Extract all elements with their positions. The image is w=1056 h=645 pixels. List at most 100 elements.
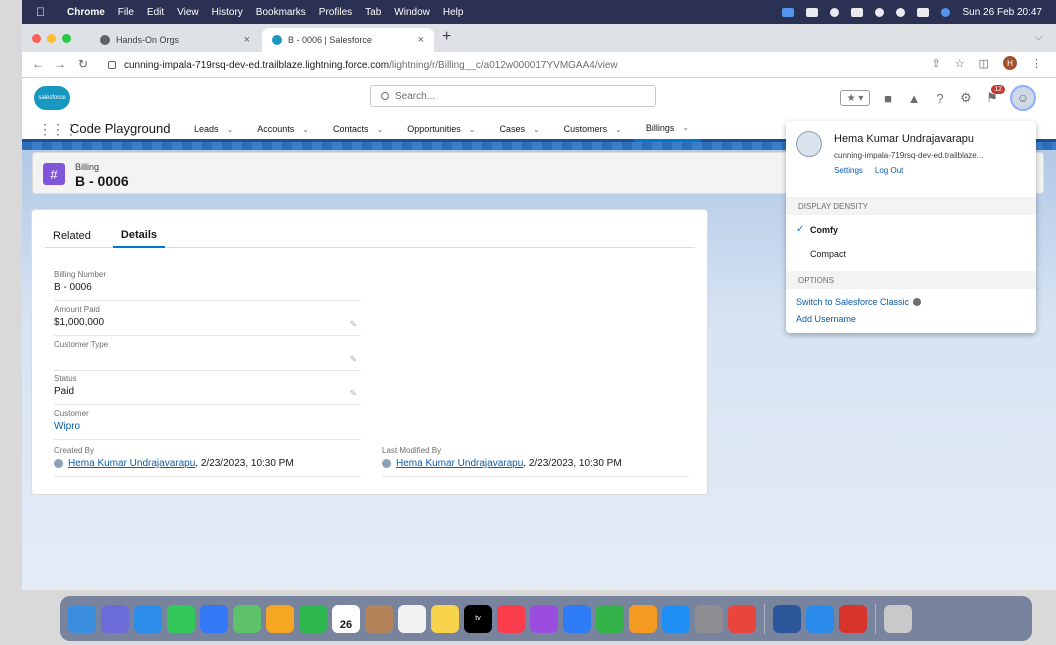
modified-by-user-link[interactable]: Hema Kumar Undrajavarapu <box>396 458 523 469</box>
setup-gear-icon[interactable]: ⚙ <box>958 90 974 106</box>
notes-icon[interactable] <box>431 604 459 633</box>
spotlight-icon[interactable] <box>896 7 906 17</box>
minimize-window-button[interactable] <box>47 34 56 43</box>
help-icon[interactable]: ? <box>932 90 948 106</box>
edit-pencil-icon[interactable]: ✎ <box>349 388 357 399</box>
side-panel-icon[interactable]: ◫ <box>979 57 989 70</box>
info-icon[interactable] <box>913 298 922 306</box>
safari-icon[interactable] <box>134 604 162 633</box>
browser-tab-hands-on-orgs[interactable]: Hands-On Orgs × <box>90 28 260 52</box>
menu-history[interactable]: History <box>212 7 243 18</box>
keynote-icon[interactable] <box>563 604 591 633</box>
density-option-compact[interactable]: Compact <box>810 249 846 259</box>
podcasts-icon[interactable] <box>530 604 558 633</box>
menu-help[interactable]: Help <box>443 7 464 18</box>
zoom-window-button[interactable] <box>62 34 71 43</box>
chevron-down-icon[interactable]: ⌄ <box>615 125 622 134</box>
nav-item-cases[interactable]: Cases ⌄ <box>487 116 551 142</box>
launchpad-icon[interactable] <box>101 604 129 633</box>
customer-link[interactable]: Wipro <box>54 421 361 432</box>
chevron-down-icon[interactable]: ⌄ <box>682 123 689 132</box>
appstore-icon[interactable] <box>662 604 690 633</box>
favorites-star-icon[interactable]: ★ ▾ <box>840 90 870 106</box>
wifi-icon[interactable] <box>875 7 885 17</box>
created-by-user-link[interactable]: Hema Kumar Undrajavarapu <box>68 458 195 469</box>
bookmark-star-icon[interactable]: ☆ <box>955 57 965 70</box>
share-icon[interactable]: ⇧ <box>932 57 941 70</box>
edit-pencil-icon[interactable]: ✎ <box>349 319 357 330</box>
chrome-icon[interactable] <box>728 604 756 633</box>
user-avatar-button[interactable]: ☺ <box>1010 85 1036 111</box>
menu-edit[interactable]: Edit <box>147 7 164 18</box>
browser-tab-salesforce[interactable]: B - 0006 | Salesforce × <box>262 28 434 52</box>
cloud-status-icon[interactable] <box>782 7 795 17</box>
edit-pencil-icon[interactable]: ✎ <box>349 354 357 365</box>
nav-item-opportunities[interactable]: Opportunities ⌄ <box>395 116 487 142</box>
menu-bookmarks[interactable]: Bookmarks <box>256 7 306 18</box>
global-search-input[interactable]: Search... <box>370 85 656 107</box>
finder-icon[interactable] <box>68 604 96 633</box>
siri-icon[interactable] <box>941 7 951 17</box>
menu-file[interactable]: File <box>118 7 134 18</box>
numbers-icon[interactable] <box>596 604 624 633</box>
new-tab-button[interactable]: + <box>442 28 451 46</box>
close-tab-icon[interactable]: × <box>244 34 250 46</box>
chevron-down-icon[interactable]: ⌄ <box>227 125 234 134</box>
nav-item-customers[interactable]: Customers ⌄ <box>552 116 634 142</box>
appletv-icon[interactable]: tv <box>464 604 492 633</box>
close-tab-icon[interactable]: × <box>418 34 424 46</box>
user-avatar[interactable] <box>796 131 822 157</box>
address-bar[interactable]: cunning-impala-719rsq-dev-ed.trailblaze.… <box>108 56 928 74</box>
salesforce-logo[interactable]: salesforce <box>34 86 70 110</box>
nav-item-billings[interactable]: Billings ⌄ <box>633 116 702 142</box>
bluetooth-icon[interactable] <box>830 7 840 17</box>
trailhead-icon[interactable]: ▲ <box>906 90 922 106</box>
reload-icon[interactable]: ↻ <box>78 57 88 71</box>
arrow-status-icon[interactable] <box>806 7 819 17</box>
maps-icon[interactable] <box>233 604 261 633</box>
tab-details[interactable]: Details <box>112 224 165 248</box>
photobooth-icon[interactable] <box>839 604 867 633</box>
lock-icon[interactable] <box>108 61 116 69</box>
chevron-down-icon[interactable]: ⌄ <box>533 125 540 134</box>
menu-app-name[interactable]: Chrome <box>67 7 105 18</box>
profile-avatar[interactable]: H <box>1003 56 1017 70</box>
contacts-icon[interactable] <box>365 604 393 633</box>
systemprefs-icon[interactable] <box>695 604 723 633</box>
battery-icon[interactable] <box>851 7 864 17</box>
control-center-icon[interactable] <box>917 7 930 17</box>
logout-link[interactable]: Log Out <box>875 166 903 175</box>
mail-icon[interactable] <box>200 604 228 633</box>
photos-icon[interactable] <box>266 604 294 633</box>
menu-profiles[interactable]: Profiles <box>319 7 352 18</box>
apple-icon[interactable]:  <box>36 5 54 19</box>
nav-item-contacts[interactable]: Contacts ⌄ <box>321 116 395 142</box>
menu-window[interactable]: Window <box>394 7 430 18</box>
forward-arrow-icon[interactable]: → <box>54 57 66 71</box>
global-actions-icon[interactable]: ■ <box>880 90 896 106</box>
chevron-down-icon[interactable]: ⌄ <box>377 125 384 134</box>
reminders-icon[interactable] <box>398 604 426 633</box>
notifications-bell-icon[interactable]: ⚑ 12 <box>984 85 1005 106</box>
user-full-name[interactable]: Hema Kumar Undrajavarapu <box>834 133 974 145</box>
menu-tab[interactable]: Tab <box>365 7 381 18</box>
nav-item-accounts[interactable]: Accounts ⌄ <box>245 116 321 142</box>
add-username-link[interactable]: Add Username <box>796 314 856 324</box>
tab-search-chevron-icon[interactable]: ⌵ <box>1035 32 1042 43</box>
tab-related[interactable]: Related <box>45 224 99 248</box>
chevron-down-icon[interactable]: ⌄ <box>469 125 476 134</box>
facetime-icon[interactable] <box>299 604 327 633</box>
icloud-icon[interactable] <box>806 604 834 633</box>
pages-icon[interactable] <box>629 604 657 633</box>
calendar-icon[interactable]: 26 <box>332 604 360 633</box>
density-option-comfy[interactable]: ✓ Comfy <box>796 224 838 235</box>
switch-to-classic-link[interactable]: Switch to Salesforce Classic <box>796 297 922 307</box>
trash-icon[interactable] <box>884 604 912 633</box>
music-icon[interactable] <box>497 604 525 633</box>
close-window-button[interactable] <box>32 34 41 43</box>
word-icon[interactable] <box>773 604 801 633</box>
nav-item-leads[interactable]: Leads ⌄ <box>182 116 245 142</box>
chrome-menu-icon[interactable]: ⋮ <box>1031 57 1042 70</box>
chevron-down-icon[interactable]: ⌄ <box>302 125 309 134</box>
back-arrow-icon[interactable]: ← <box>32 57 44 71</box>
